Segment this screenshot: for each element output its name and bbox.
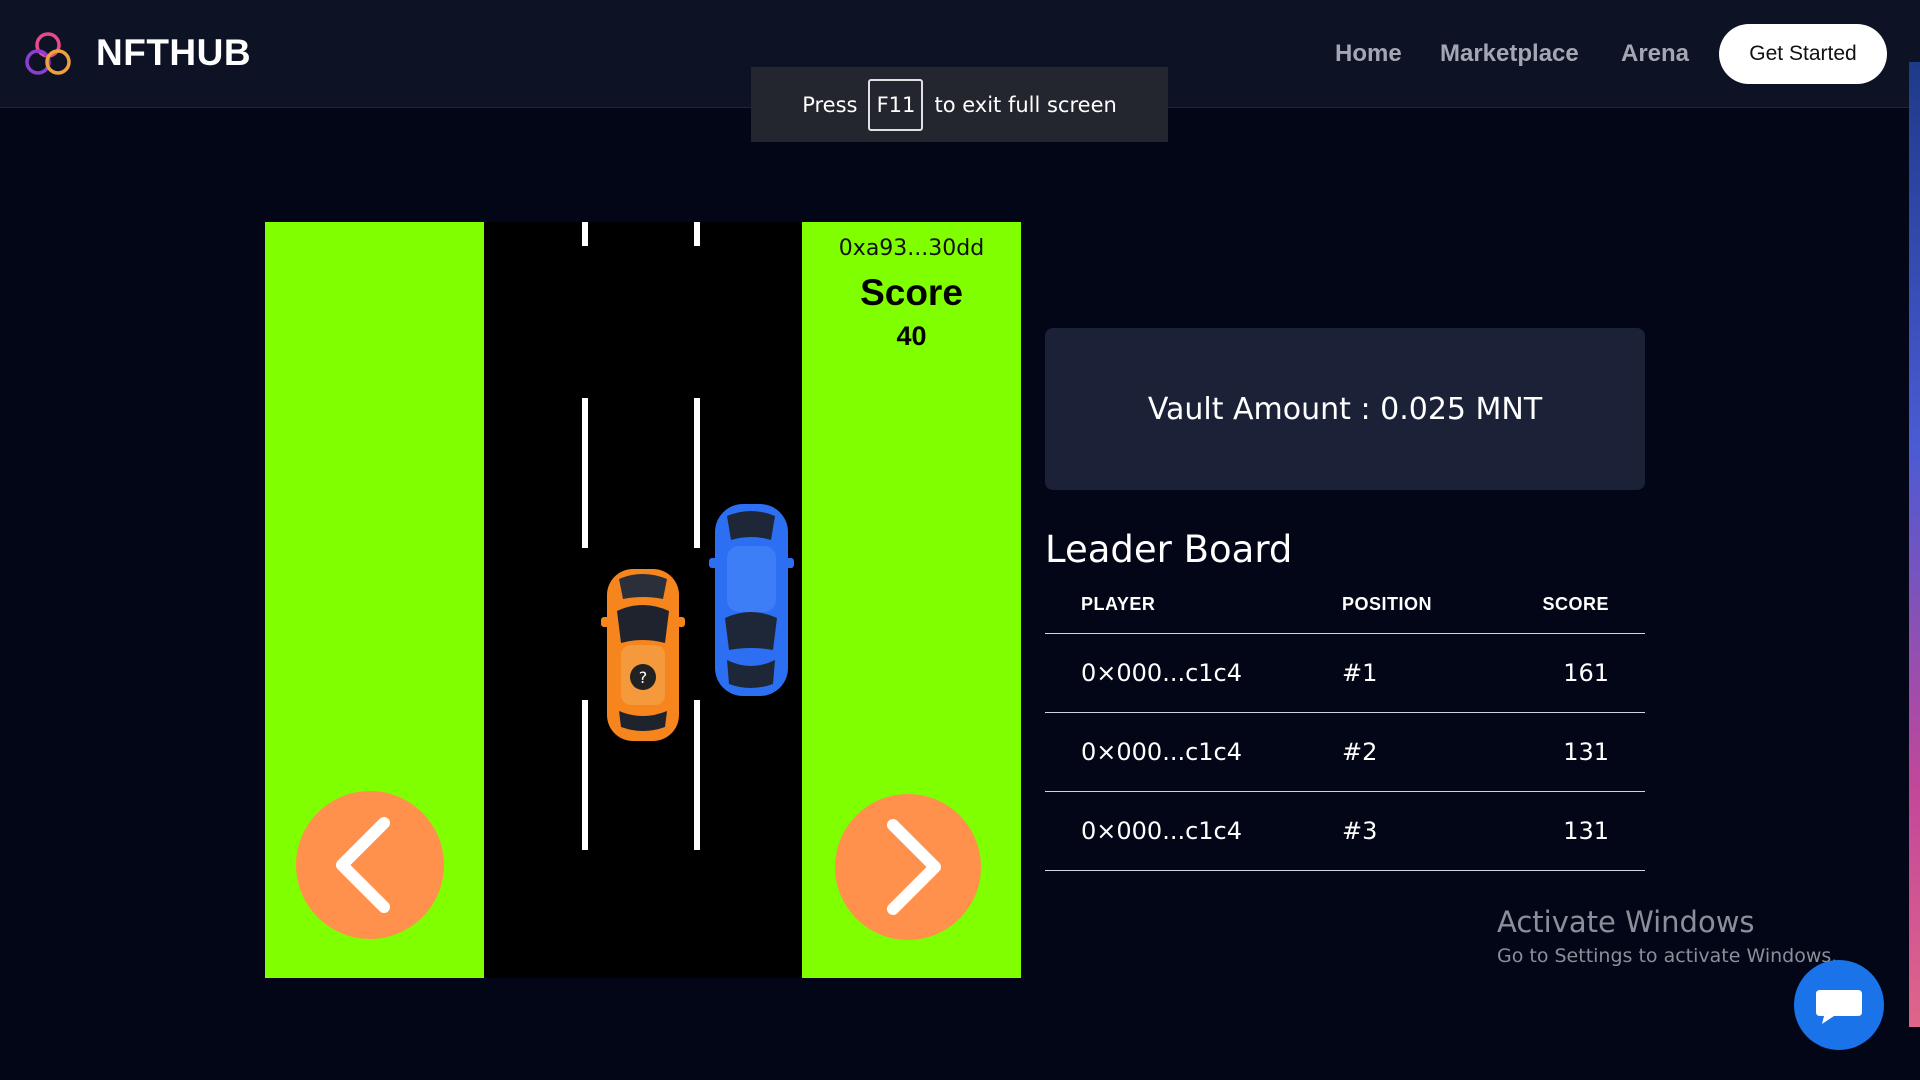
fullscreen-notice: Press F11 to exit full screen <box>751 67 1168 142</box>
row-player: 0×000...c1c4 <box>1081 659 1243 687</box>
row-position: #1 <box>1342 659 1378 687</box>
triple-ring-logo-icon[interactable] <box>23 31 73 77</box>
fullscreen-press-text: Press <box>802 92 858 117</box>
leaderboard-table: PLAYER POSITION SCORE 0×000...c1c4 #1 16… <box>1045 586 1645 871</box>
chat-bubble-icon <box>1816 990 1862 1024</box>
f11-key-badge: F11 <box>868 78 924 131</box>
column-header-position: POSITION <box>1342 594 1433 614</box>
row-player: 0×000...c1c4 <box>1081 817 1243 845</box>
activate-windows-title: Activate Windows <box>1497 905 1755 939</box>
fullscreen-exit-text: to exit full screen <box>934 92 1117 117</box>
page-scrollbar[interactable] <box>1909 62 1920 1027</box>
chevron-left-icon <box>336 817 390 913</box>
activate-windows-subtitle: Go to Settings to activate Windows. <box>1497 945 1838 967</box>
column-header-score: SCORE <box>1542 594 1609 614</box>
row-player: 0×000...c1c4 <box>1081 738 1243 766</box>
lane-marker <box>694 398 700 548</box>
row-score: 161 <box>1563 659 1609 687</box>
score-label: Score <box>860 272 963 313</box>
row-score: 131 <box>1563 738 1609 766</box>
get-started-button[interactable]: Get Started <box>1719 24 1887 84</box>
lane-marker <box>694 700 700 850</box>
table-row: 0×000...c1c4 #3 131 <box>1045 792 1645 871</box>
lane-marker <box>582 398 588 548</box>
steer-right-button[interactable] <box>835 794 981 940</box>
left-grass-shoulder <box>265 222 484 978</box>
windows-activation-watermark: Activate Windows Go to Settings to activ… <box>1497 905 1837 967</box>
nav-home-link[interactable]: Home <box>1335 40 1402 68</box>
row-score: 131 <box>1563 817 1609 845</box>
leaderboard-header-row: PLAYER POSITION SCORE <box>1045 586 1645 634</box>
lane-marker <box>582 700 588 850</box>
score-value: 40 <box>896 321 927 351</box>
chevron-right-icon <box>887 819 941 915</box>
svg-text:?: ? <box>639 668 648 687</box>
row-position: #3 <box>1342 817 1378 845</box>
lane-marker <box>582 222 588 246</box>
chat-launcher-button[interactable] <box>1794 960 1884 1050</box>
nav-marketplace-link[interactable]: Marketplace <box>1440 40 1579 68</box>
player-wallet-address: 0xa93...30dd <box>838 236 985 261</box>
brand-name[interactable]: NFTHUB <box>96 32 251 74</box>
table-row: 0×000...c1c4 #2 131 <box>1045 713 1645 792</box>
row-position: #2 <box>1342 738 1378 766</box>
leaderboard-title: Leader Board <box>1045 528 1293 571</box>
column-header-player: PLAYER <box>1081 594 1156 614</box>
orange-player-car: ? <box>599 565 687 745</box>
lane-marker <box>694 222 700 246</box>
blue-opponent-car <box>709 500 794 700</box>
table-row: 0×000...c1c4 #1 161 <box>1045 634 1645 713</box>
right-grass-shoulder: 0xa93...30dd Score 40 <box>802 222 1021 978</box>
vault-amount-panel: Vault Amount : 0.025 MNT <box>1045 328 1645 490</box>
nav-arena-link[interactable]: Arena <box>1621 40 1689 68</box>
steer-left-button[interactable] <box>296 791 444 939</box>
